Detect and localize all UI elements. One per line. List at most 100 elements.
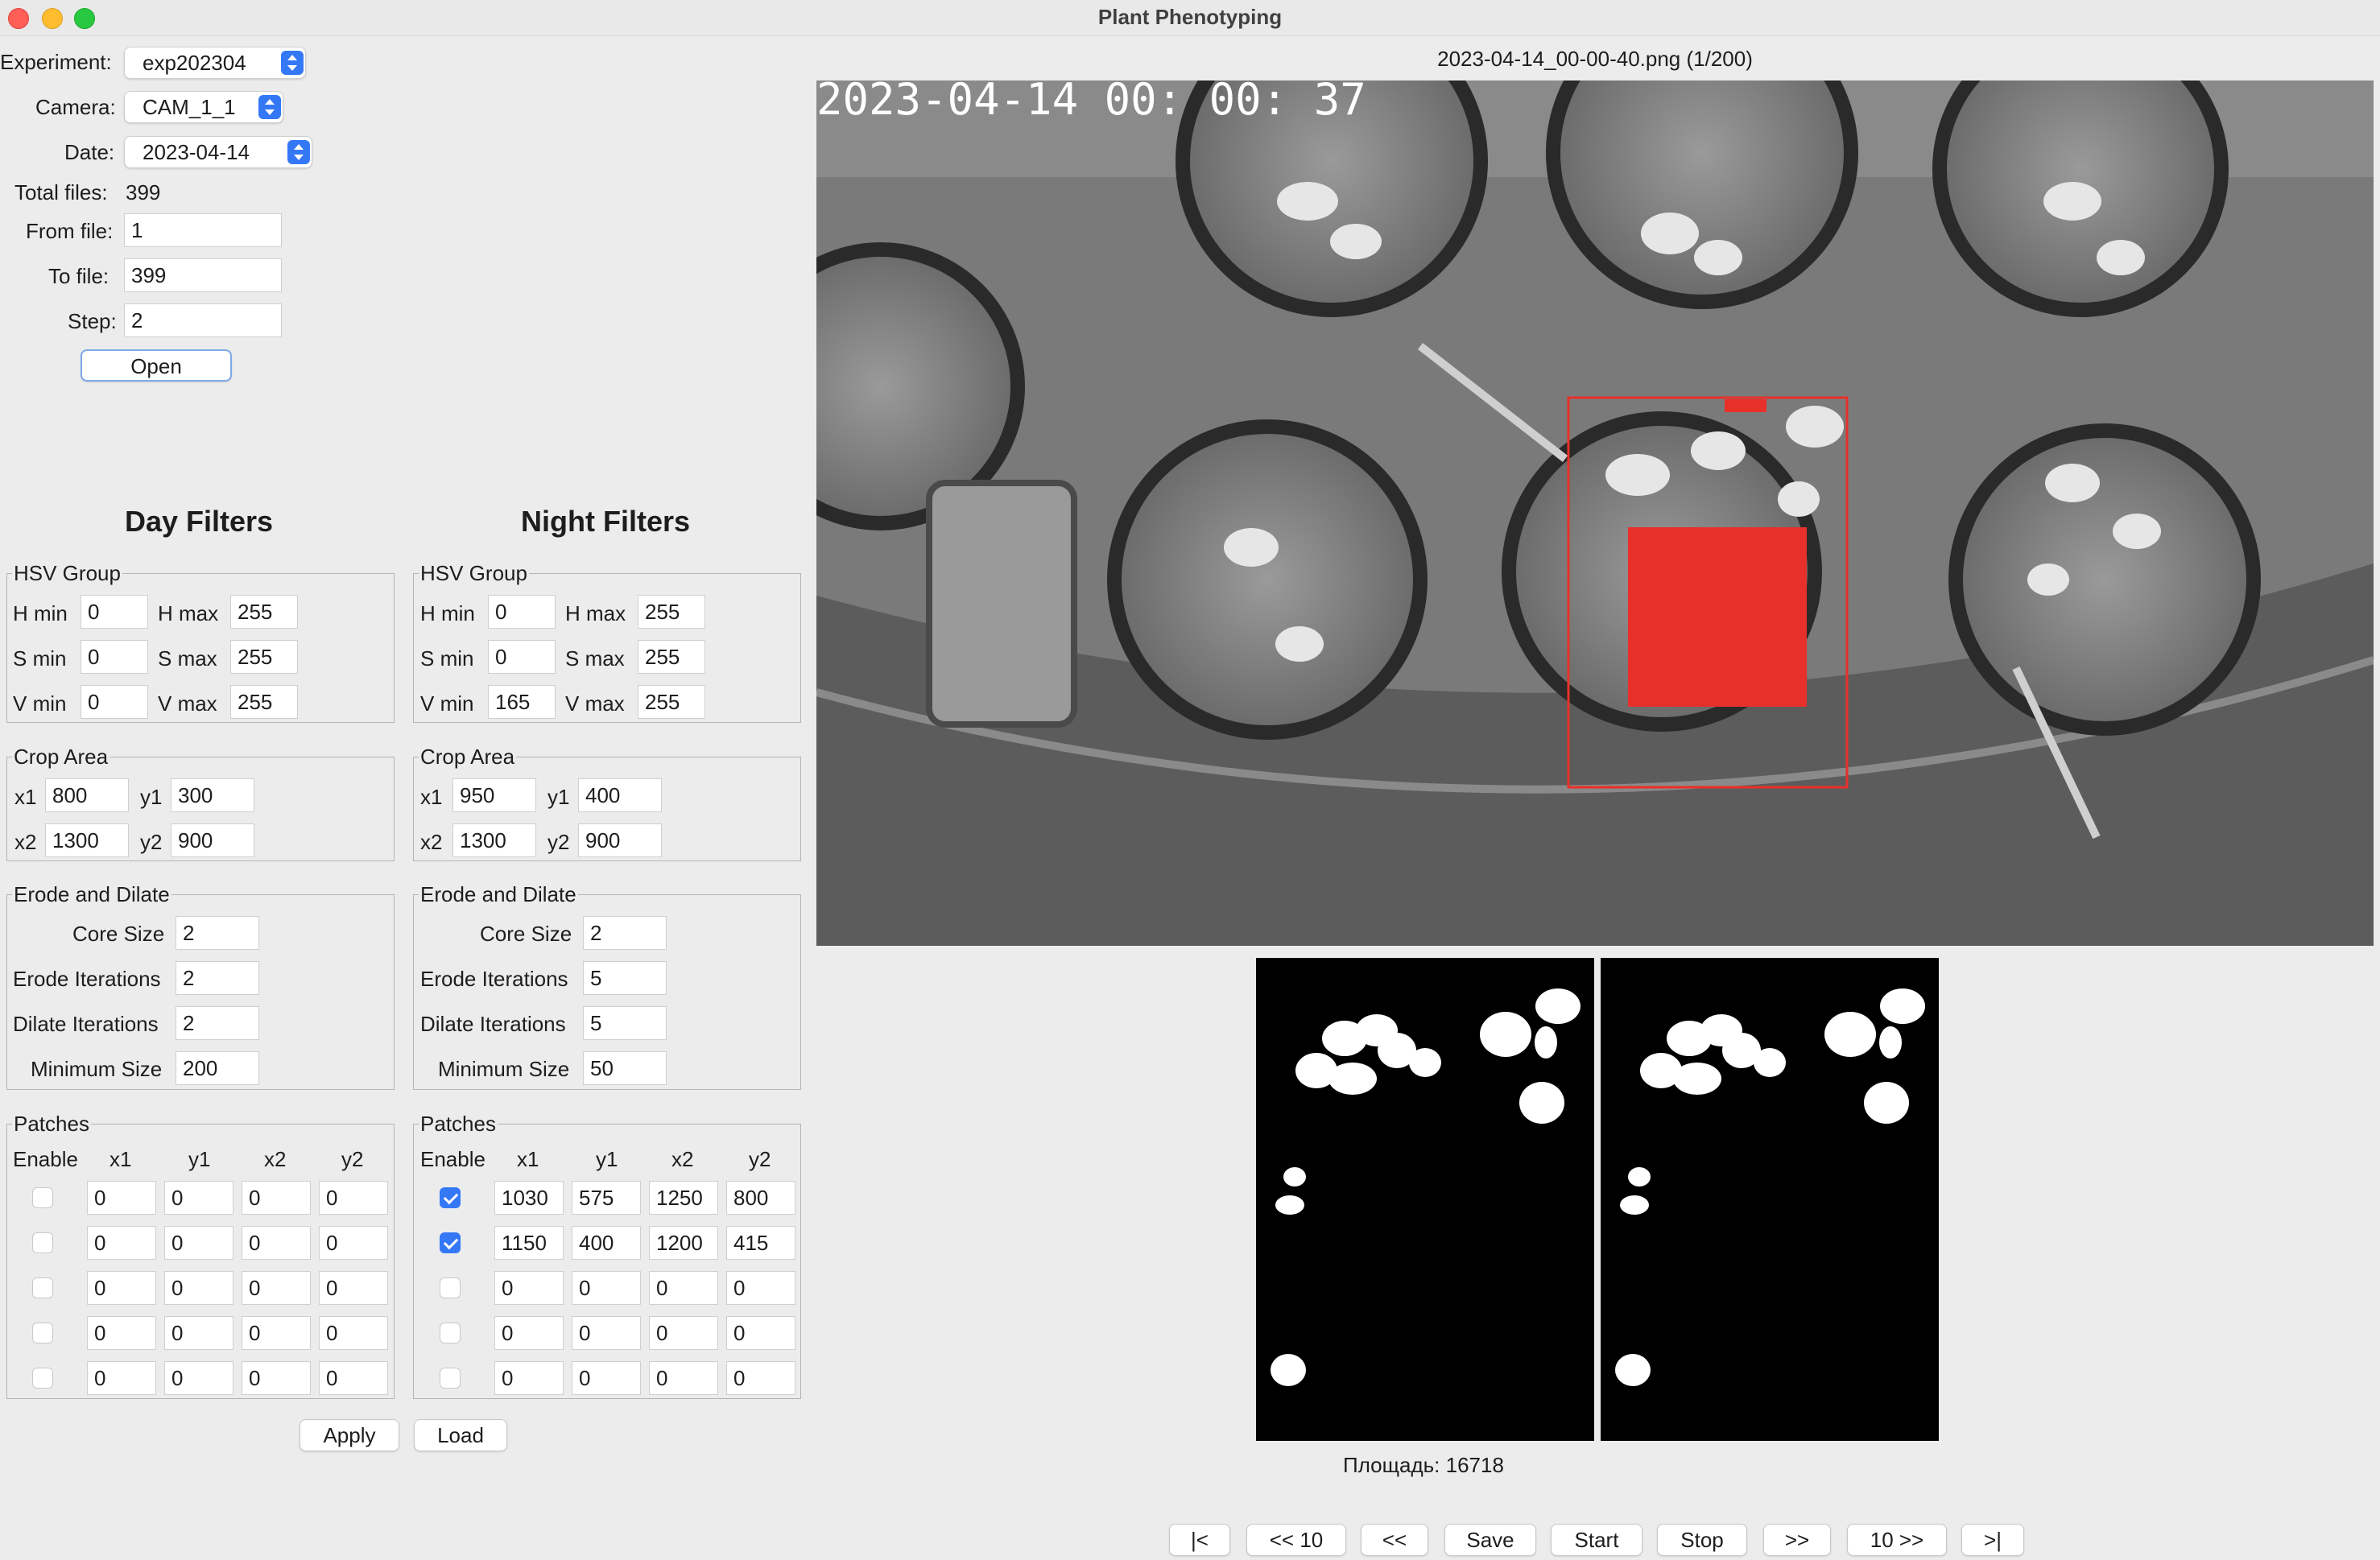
night-patch-y1-input-4[interactable]: 0 <box>572 1316 641 1350</box>
night-patch-y1-input-5[interactable]: 0 <box>572 1361 641 1395</box>
night-v-min-input[interactable]: 165 <box>488 685 556 719</box>
day-patch-x2-input-4[interactable]: 0 <box>242 1316 311 1350</box>
night-patch-y2-input-1[interactable]: 800 <box>726 1181 795 1215</box>
night-core-input[interactable]: 2 <box>583 916 667 950</box>
day-patch-x1-input-2[interactable]: 0 <box>87 1226 156 1260</box>
night-patch-enable-checkbox-3[interactable] <box>440 1277 461 1298</box>
day-patch-enable-checkbox-1[interactable] <box>32 1187 53 1208</box>
day-patch-enable-checkbox-4[interactable] <box>32 1323 53 1343</box>
night-patch-enable-checkbox-1[interactable] <box>440 1187 461 1208</box>
day-dilate-input[interactable]: 2 <box>176 1006 259 1040</box>
night-patch-y1-input-3[interactable]: 0 <box>572 1271 641 1305</box>
chevron-updown-icon <box>281 51 304 75</box>
day-erode-input[interactable]: 2 <box>176 961 259 995</box>
day-patch-x2-input-1[interactable]: 0 <box>242 1181 311 1215</box>
from-file-input[interactable]: 1 <box>124 213 282 247</box>
night-patch-x1-input-3[interactable]: 0 <box>494 1271 564 1305</box>
day-patch-enable-checkbox-3[interactable] <box>32 1277 53 1298</box>
night-patch-x2-input-2[interactable]: 1200 <box>649 1226 718 1260</box>
night-crop-y1-input[interactable]: 400 <box>578 778 662 812</box>
day-min-size-input[interactable]: 200 <box>176 1051 259 1085</box>
day-patch-y1-input-3[interactable]: 0 <box>164 1271 233 1305</box>
night-h-min-input[interactable]: 0 <box>488 595 556 629</box>
night-patch-enable-checkbox-2[interactable] <box>440 1232 461 1253</box>
day-patch-y1-input-5[interactable]: 0 <box>164 1361 233 1395</box>
date-select[interactable]: 2023-04-14 <box>124 136 312 168</box>
day-crop-y2-input[interactable]: 900 <box>171 823 254 857</box>
night-dilate-input[interactable]: 5 <box>583 1006 667 1040</box>
day-v-max-input[interactable]: 255 <box>230 685 298 719</box>
night-h-max-input[interactable]: 255 <box>638 595 705 629</box>
night-patch-x1-input-1[interactable]: 1030 <box>494 1181 564 1215</box>
night-erode-input[interactable]: 5 <box>583 961 667 995</box>
night-patch-x2-input-5[interactable]: 0 <box>649 1361 718 1395</box>
start-button[interactable]: Start <box>1551 1524 1642 1556</box>
night-crop-y2-input[interactable]: 900 <box>578 823 662 857</box>
night-filters-title: Night Filters <box>520 505 690 538</box>
night-v-max-input[interactable]: 255 <box>638 685 705 719</box>
apply-button[interactable]: Apply <box>300 1419 399 1451</box>
first-frame-button[interactable]: |< <box>1169 1524 1230 1556</box>
day-patch-y2-input-4[interactable]: 0 <box>319 1316 388 1350</box>
day-patch-x1-input-4[interactable]: 0 <box>87 1316 156 1350</box>
day-crop-y1-input[interactable]: 300 <box>171 778 254 812</box>
to-file-input[interactable]: 399 <box>124 258 282 292</box>
day-h-min-input[interactable]: 0 <box>81 595 148 629</box>
day-patch-y2-input-2[interactable]: 0 <box>319 1226 388 1260</box>
night-patch-y2-input-2[interactable]: 415 <box>726 1226 795 1260</box>
night-patch-x1-input-5[interactable]: 0 <box>494 1361 564 1395</box>
night-min-size-input[interactable]: 50 <box>583 1051 667 1085</box>
day-h-max-input[interactable]: 255 <box>230 595 298 629</box>
day-s-max-input[interactable]: 255 <box>230 640 298 674</box>
step-input[interactable]: 2 <box>124 303 282 337</box>
day-crop-x2-input[interactable]: 1300 <box>45 823 129 857</box>
night-patch-y2-input-5[interactable]: 0 <box>726 1361 795 1395</box>
day-patch-x2-input-2[interactable]: 0 <box>242 1226 311 1260</box>
save-button[interactable]: Save <box>1444 1524 1536 1556</box>
day-core-input[interactable]: 2 <box>176 916 259 950</box>
day-patch-enable-checkbox-2[interactable] <box>32 1232 53 1253</box>
day-patch-y2-input-3[interactable]: 0 <box>319 1271 388 1305</box>
night-s-max-input[interactable]: 255 <box>638 640 705 674</box>
day-patch-x1-input-5[interactable]: 0 <box>87 1361 156 1395</box>
day-patch-x2-input-5[interactable]: 0 <box>242 1361 311 1395</box>
load-button[interactable]: Load <box>414 1419 507 1451</box>
night-patch-header-enable: Enable <box>420 1147 486 1171</box>
camera-select[interactable]: CAM_1_1 <box>124 91 283 123</box>
day-patch-y1-input-1[interactable]: 0 <box>164 1181 233 1215</box>
day-patch-y2-input-5[interactable]: 0 <box>319 1361 388 1395</box>
night-crop-x1-input[interactable]: 950 <box>452 778 536 812</box>
night-patch-x2-input-3[interactable]: 0 <box>649 1271 718 1305</box>
day-patch-x2-input-3[interactable]: 0 <box>242 1271 311 1305</box>
camera-image[interactable]: 2023-04-14 00: 00: 37 <box>816 80 2374 946</box>
day-crop-x1-input[interactable]: 800 <box>45 778 129 812</box>
night-patch-y2-input-3[interactable]: 0 <box>726 1271 795 1305</box>
night-patch-x2-input-1[interactable]: 1250 <box>649 1181 718 1215</box>
night-patch-x2-input-4[interactable]: 0 <box>649 1316 718 1350</box>
night-patch-x1-input-4[interactable]: 0 <box>494 1316 564 1350</box>
day-patch-y2-input-1[interactable]: 0 <box>319 1181 388 1215</box>
night-patch-enable-checkbox-4[interactable] <box>440 1323 461 1343</box>
night-crop-x2-input[interactable]: 1300 <box>452 823 536 857</box>
night-patch-y1-input-2[interactable]: 400 <box>572 1226 641 1260</box>
last-frame-button[interactable]: >| <box>1961 1524 2024 1556</box>
night-patch-y1-input-1[interactable]: 575 <box>572 1181 641 1215</box>
forward-button[interactable]: >> <box>1763 1524 1831 1556</box>
night-patch-y2-input-4[interactable]: 0 <box>726 1316 795 1350</box>
day-patch-enable-checkbox-5[interactable] <box>32 1368 53 1389</box>
back-10-button[interactable]: << 10 <box>1246 1524 1346 1556</box>
experiment-select[interactable]: exp202304 <box>124 47 306 79</box>
day-s-min-input[interactable]: 0 <box>81 640 148 674</box>
night-s-min-input[interactable]: 0 <box>488 640 556 674</box>
day-patch-y1-input-4[interactable]: 0 <box>164 1316 233 1350</box>
day-patch-x1-input-3[interactable]: 0 <box>87 1271 156 1305</box>
day-patch-y1-input-2[interactable]: 0 <box>164 1226 233 1260</box>
night-patch-enable-checkbox-5[interactable] <box>440 1368 461 1389</box>
stop-button[interactable]: Stop <box>1657 1524 1747 1556</box>
forward-10-button[interactable]: 10 >> <box>1847 1524 1947 1556</box>
night-patch-x1-input-2[interactable]: 1150 <box>494 1226 564 1260</box>
open-button[interactable]: Open <box>81 349 232 382</box>
day-patch-x1-input-1[interactable]: 0 <box>87 1181 156 1215</box>
day-v-min-input[interactable]: 0 <box>81 685 148 719</box>
back-button[interactable]: << <box>1361 1524 1428 1556</box>
